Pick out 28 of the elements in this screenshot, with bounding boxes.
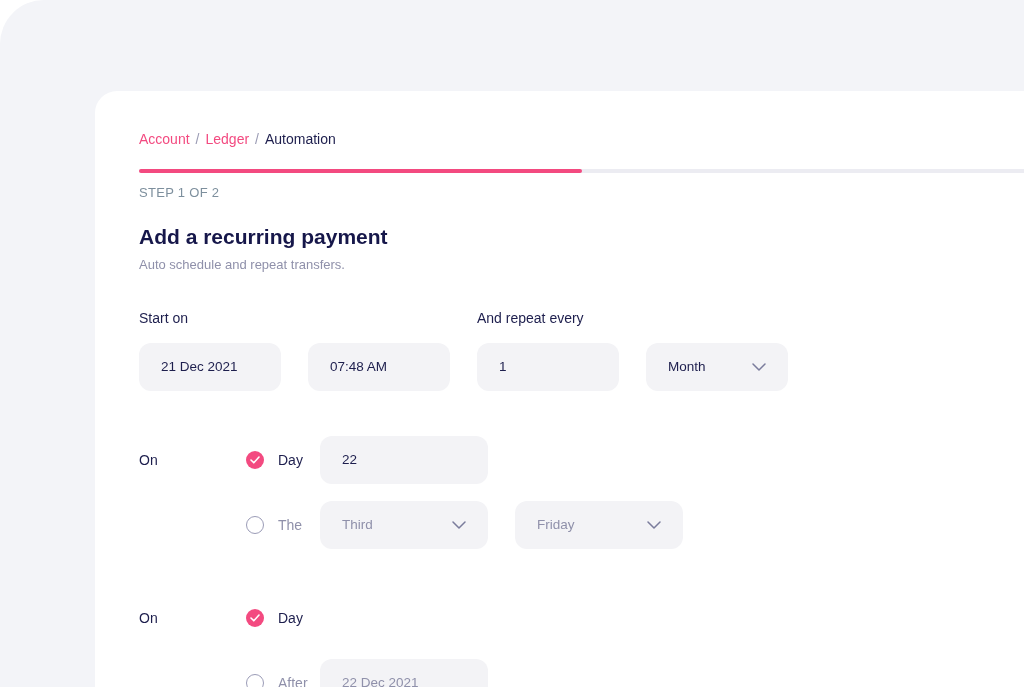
breadcrumb-link[interactable]: Account bbox=[139, 129, 190, 150]
input-field[interactable]: 22 bbox=[320, 436, 488, 485]
radio-button[interactable] bbox=[246, 609, 264, 628]
dropdown[interactable]: Month bbox=[646, 343, 788, 392]
field-label: And repeat every bbox=[477, 309, 585, 329]
option-label: Day bbox=[277, 608, 304, 628]
chevron-down-icon bbox=[647, 521, 661, 530]
field-label: Start on bbox=[139, 309, 190, 329]
input-field[interactable]: 07:48 AM bbox=[308, 343, 450, 392]
chevron-down-icon bbox=[452, 521, 466, 530]
step-indicator: STEP 1 OF 2 bbox=[139, 184, 221, 202]
check-icon bbox=[250, 614, 260, 623]
breadcrumb-separator: / bbox=[255, 130, 259, 149]
group-label: On bbox=[139, 608, 159, 628]
page-subtitle: Auto schedule and repeat transfers. bbox=[139, 255, 346, 274]
breadcrumb-current: Automation bbox=[264, 130, 336, 149]
radio-button[interactable] bbox=[246, 451, 264, 470]
option-label: Day bbox=[277, 450, 304, 470]
input-field[interactable]: 21 Dec 2021 bbox=[139, 343, 281, 392]
input-field[interactable]: 1 bbox=[477, 343, 619, 392]
page-title: Add a recurring payment bbox=[139, 223, 389, 249]
option-label: The bbox=[277, 515, 304, 535]
group-label: On bbox=[139, 450, 159, 470]
breadcrumb-separator: / bbox=[195, 130, 200, 149]
option-label: After bbox=[277, 673, 309, 687]
chevron-down-icon bbox=[752, 363, 766, 372]
breadcrumb-link[interactable]: Ledger bbox=[205, 129, 250, 150]
check-icon bbox=[250, 456, 260, 465]
